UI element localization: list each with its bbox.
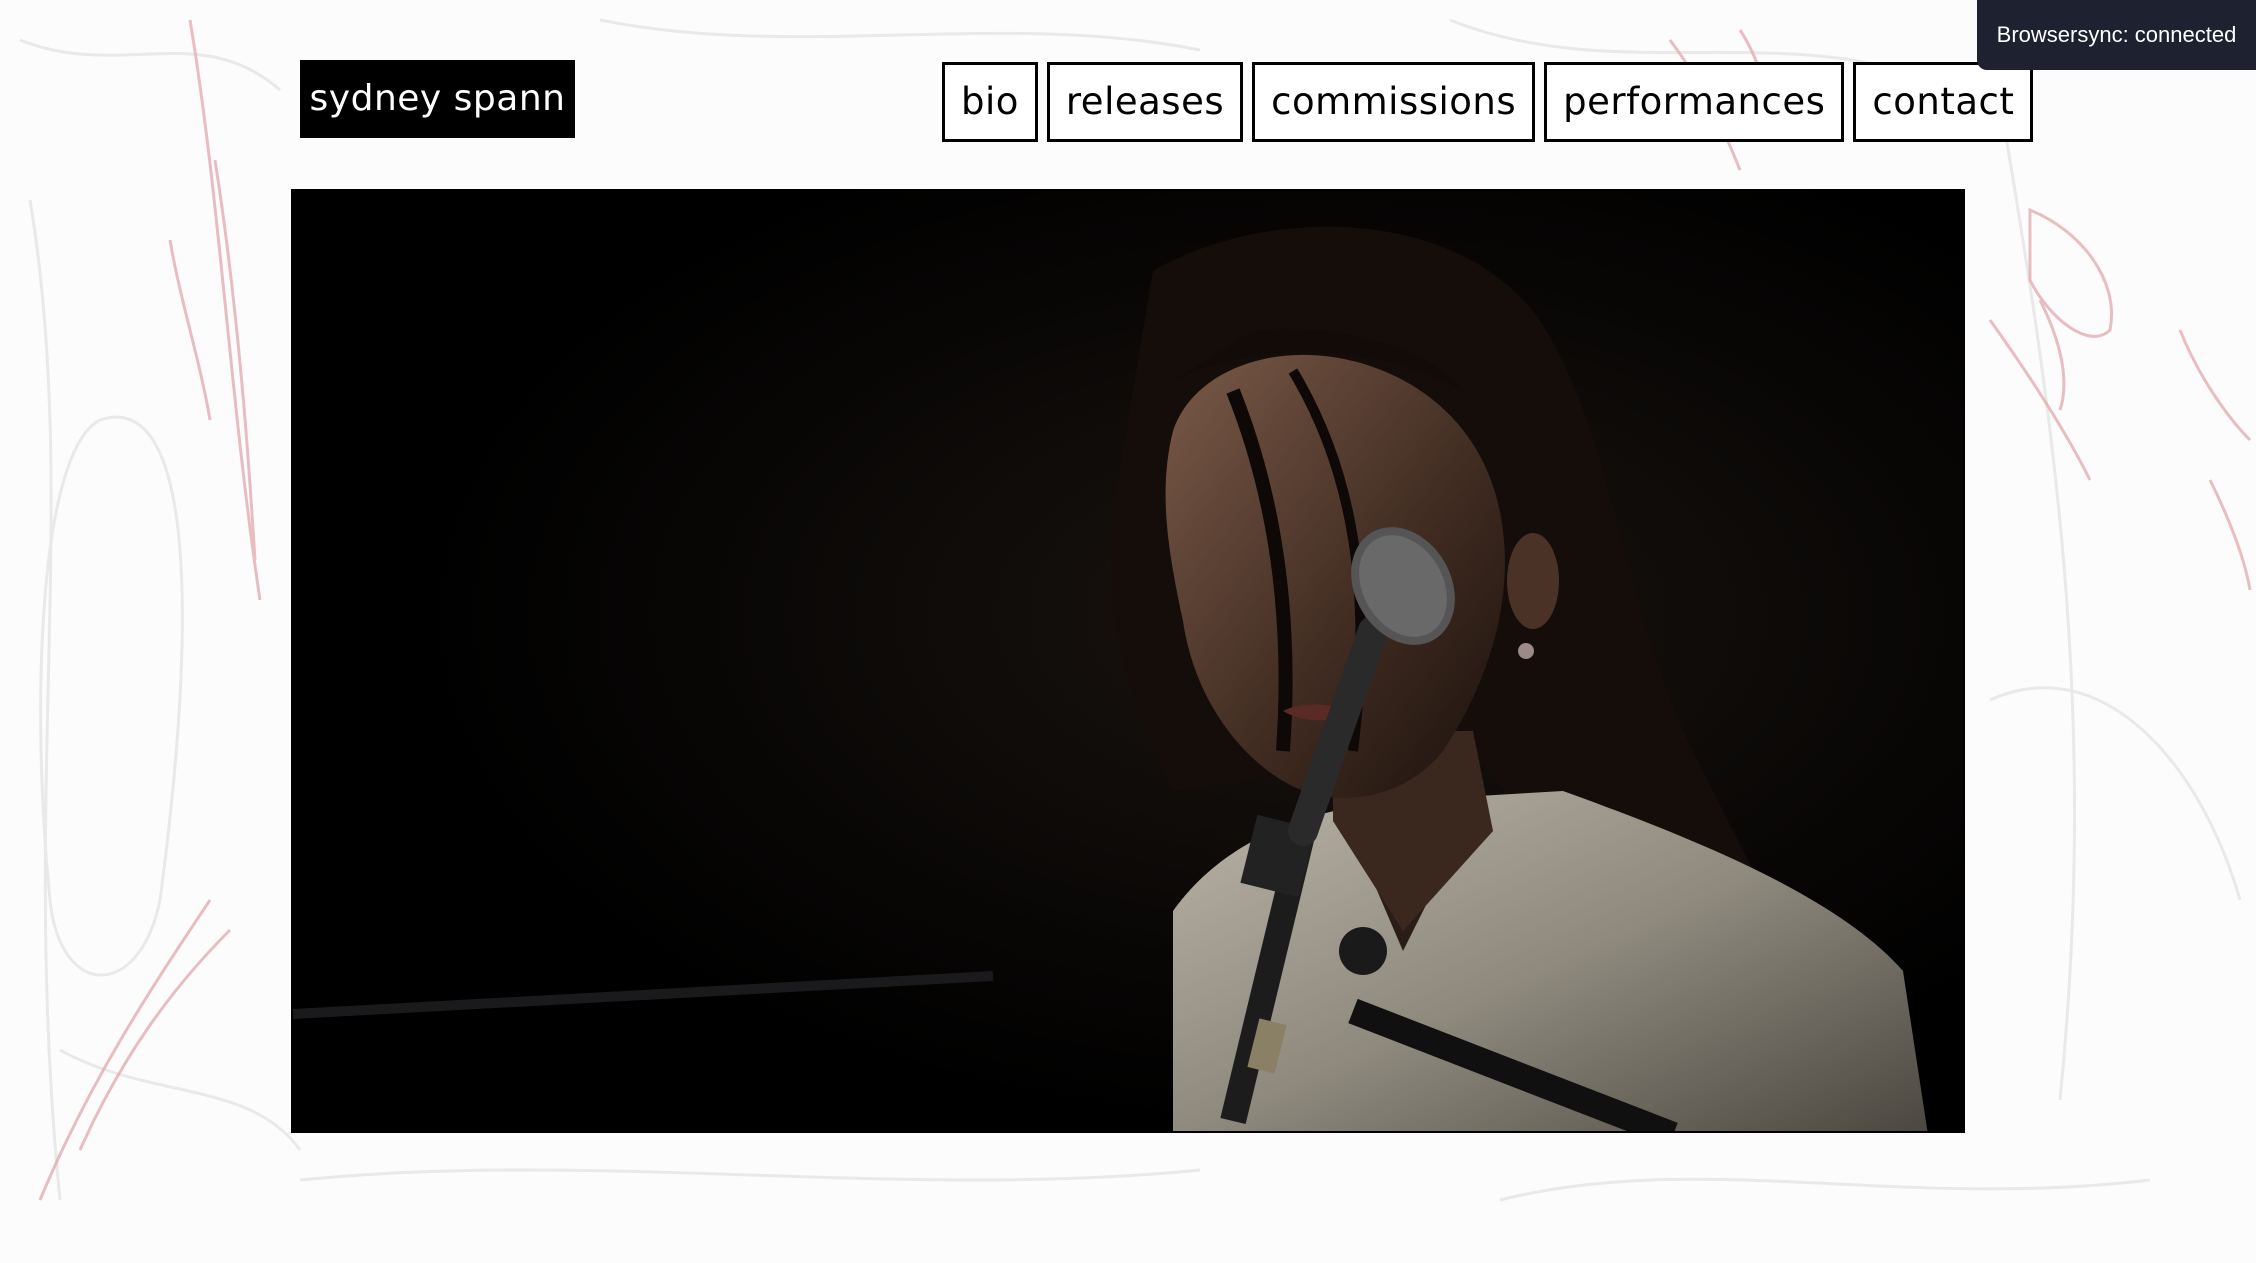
nav-performances[interactable]: performances — [1544, 62, 1845, 142]
page: sydney spann bio releases commissions pe… — [0, 0, 2256, 1263]
main-nav: bio releases commissions performances co… — [942, 62, 2034, 142]
nav-bio[interactable]: bio — [942, 62, 1038, 142]
nav-commissions[interactable]: commissions — [1252, 62, 1536, 142]
nav-contact[interactable]: contact — [1853, 62, 2034, 142]
browsersync-toast: Browsersync: connected — [1977, 0, 2256, 70]
performer-illustration — [293, 191, 1963, 1131]
site-logo[interactable]: sydney spann — [300, 60, 575, 138]
hero-photo — [291, 189, 1965, 1133]
nav-releases[interactable]: releases — [1046, 62, 1244, 142]
